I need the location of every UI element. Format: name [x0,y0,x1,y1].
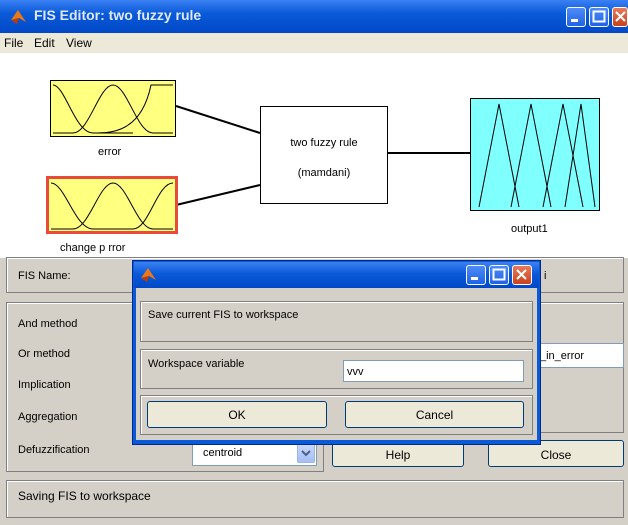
fis-system-block[interactable] [260,106,388,204]
cancel-button[interactable]: Cancel [345,401,524,428]
aggregation-label: Aggregation [18,411,78,423]
close-icon [516,269,527,280]
output-block[interactable] [470,98,600,211]
menu-bar [0,33,628,53]
and-method-label: And method [18,318,78,330]
input-change-error-label: change p rror [60,242,126,254]
dialog-prompt-text: Save current FIS to workspace [148,309,299,321]
menu-file[interactable]: File [4,36,23,50]
dialog-close-button[interactable] [512,265,532,285]
window-title: FIS Editor: two fuzzy rule [34,7,202,23]
fis-name-label: FIS Name: [18,270,71,282]
workspace-variable-label: Workspace variable [148,358,245,370]
implication-label: Implication [18,379,71,391]
dialog-prompt-panel [140,301,533,342]
output-membership-icon [478,103,596,208]
matlab-icon [11,10,26,24]
minimize-icon [471,277,478,280]
system-name-label: two fuzzy rule [290,137,358,149]
matlab-icon [141,268,156,282]
workspace-variable-input[interactable]: vvv [343,360,524,382]
minimize-button[interactable] [566,7,586,27]
dialog-minimize-button[interactable] [466,265,486,285]
input-error-label: error [98,146,122,158]
maximize-icon [592,10,606,23]
menu-edit[interactable]: Edit [34,36,55,50]
input-change-error-block[interactable] [46,176,178,234]
defuzzification-value: centroid [203,447,243,459]
input-error-block[interactable] [50,80,176,137]
fis-type-value: i [544,270,547,282]
menu-view[interactable]: View [66,36,92,50]
maximize-icon [492,268,506,281]
ok-button[interactable]: OK [147,401,327,428]
close-icon [615,11,626,22]
system-type-label: (mamdani) [297,167,351,179]
status-text: Saving FIS to workspace [18,489,151,503]
maximize-button[interactable] [589,7,609,27]
close-window-button[interactable] [612,7,628,27]
variable-name-field[interactable]: _in_error [536,343,624,368]
minimize-icon [571,19,578,22]
dropdown-button[interactable] [297,443,315,463]
membership-curves-icon [52,84,173,134]
membership-curves-icon [50,182,174,230]
chevron-down-icon [301,450,311,457]
or-method-label: Or method [18,348,70,360]
defuzzification-label: Defuzzification [18,444,90,456]
output-label: output1 [511,223,548,235]
dialog-maximize-button[interactable] [489,265,509,285]
